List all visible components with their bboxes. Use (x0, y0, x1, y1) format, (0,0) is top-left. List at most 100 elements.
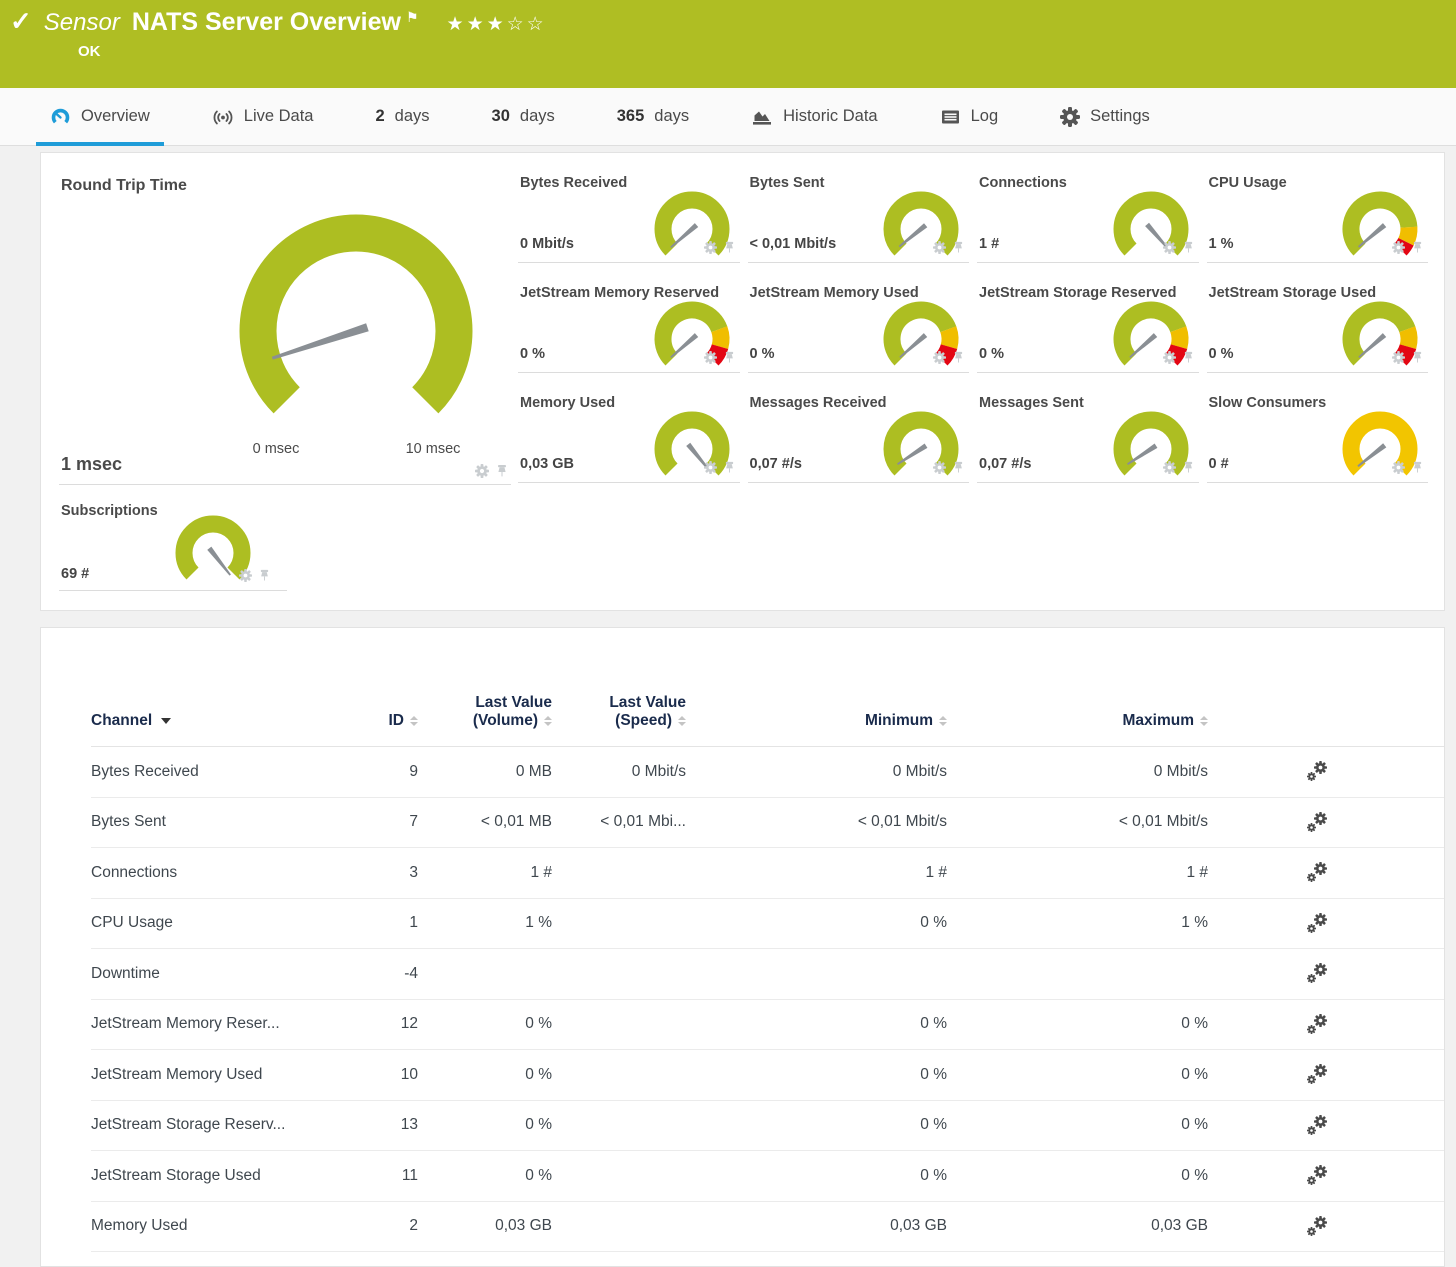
column-header-channel[interactable]: Channel (91, 712, 371, 730)
channel-settings-button[interactable] (1306, 1215, 1329, 1238)
tab-label: Live Data (244, 107, 314, 126)
channel-id: 2 (371, 1217, 418, 1235)
column-header-minimum[interactable]: Minimum (686, 712, 947, 730)
gear-icon[interactable] (704, 351, 717, 364)
pin-icon[interactable] (1411, 241, 1424, 254)
gauge-card[interactable]: Subscriptions69 # (59, 495, 287, 591)
channel-settings-button[interactable] (1306, 861, 1329, 884)
gear-icon[interactable] (239, 569, 252, 582)
pin-icon[interactable] (952, 351, 965, 364)
primary-channel-gauge-card[interactable]: Round Trip Time 0 msec 10 msec 1 msec (59, 153, 511, 485)
pin-icon[interactable] (952, 241, 965, 254)
tab-overview[interactable]: Overview (36, 88, 164, 145)
priority-flag-icon[interactable]: ⚑ (406, 9, 419, 26)
tab-30-days[interactable]: 30 days (478, 88, 569, 145)
sort-desc-icon (161, 718, 171, 724)
gauge-value: 0 % (979, 346, 1004, 362)
gear-icon[interactable] (933, 461, 946, 474)
gauge-card[interactable]: JetStream Memory Used0 % (748, 263, 970, 373)
gauge-card[interactable]: Slow Consumers0 # (1207, 373, 1429, 483)
gauge-card[interactable]: JetStream Memory Reserved0 % (518, 263, 740, 373)
gauge-title: Messages Received (750, 395, 887, 411)
gear-icon[interactable] (1392, 241, 1405, 254)
tab-log[interactable]: Log (926, 88, 1013, 145)
gauge-card[interactable]: CPU Usage1 % (1207, 153, 1429, 263)
gauge-card[interactable]: Messages Sent0,07 #/s (977, 373, 1199, 483)
tab-label: days (654, 107, 689, 126)
sort-arrows-icon[interactable] (410, 716, 418, 726)
column-header-last-value-speed[interactable]: Last Value (Speed) (552, 694, 686, 730)
pin-icon[interactable] (723, 461, 736, 474)
pin-icon[interactable] (1411, 461, 1424, 474)
gear-icon[interactable] (1392, 461, 1405, 474)
channel-table-panel: Channel ID Last Value (Volume) Last Valu… (40, 627, 1445, 1267)
column-label: (Speed) (615, 712, 672, 730)
tab-2-days[interactable]: 2 days (361, 88, 443, 145)
gear-icon[interactable] (1163, 351, 1176, 364)
gauge-scale-max: 10 msec (391, 441, 475, 457)
gauge-dial (646, 189, 738, 269)
gear-icon[interactable] (933, 351, 946, 364)
channel-settings-button[interactable] (1306, 760, 1329, 783)
gauge-value: 0 # (1209, 456, 1229, 472)
table-row: JetStream Memory Reser...120 %0 %0 % (91, 1000, 1444, 1051)
gear-icon[interactable] (704, 241, 717, 254)
column-header-id[interactable]: ID (371, 712, 418, 730)
pin-icon[interactable] (723, 351, 736, 364)
gauge-card[interactable]: JetStream Storage Reserved0 % (977, 263, 1199, 373)
tab-historic-data[interactable]: Historic Data (737, 88, 891, 145)
sort-arrows-icon[interactable] (678, 716, 686, 726)
last-value-volume: 0 % (418, 1167, 552, 1185)
tab-365-days[interactable]: 365 days (603, 88, 703, 145)
pin-icon[interactable] (1182, 241, 1195, 254)
pin-icon[interactable] (1182, 461, 1195, 474)
minimum-value: 1 # (686, 864, 947, 882)
channel-settings-button[interactable] (1306, 962, 1329, 985)
channel-settings-button[interactable] (1306, 1164, 1329, 1187)
sort-arrows-icon[interactable] (1200, 716, 1208, 726)
gauge-dial (1334, 299, 1426, 379)
gauge-card[interactable]: JetStream Storage Used0 % (1207, 263, 1429, 373)
tab-settings[interactable]: Settings (1046, 88, 1164, 145)
channel-id: 1 (371, 914, 418, 932)
column-header-last-value-volume[interactable]: Last Value (Volume) (418, 694, 552, 730)
gauge-value: 0,07 #/s (750, 456, 802, 472)
pin-icon[interactable] (1182, 351, 1195, 364)
sort-arrows-icon[interactable] (544, 716, 552, 726)
gauge-value: < 0,01 Mbit/s (750, 236, 837, 252)
gauge-card[interactable]: Bytes Received0 Mbit/s (518, 153, 740, 263)
channel-id: 11 (371, 1167, 418, 1185)
gear-icon[interactable] (1392, 351, 1405, 364)
gear-icon[interactable] (933, 241, 946, 254)
gauge-card[interactable]: Connections1 # (977, 153, 1199, 263)
pin-icon[interactable] (495, 464, 509, 478)
maximum-value: 0 % (947, 1167, 1208, 1185)
gear-icon[interactable] (704, 461, 717, 474)
minimum-value: 0,03 GB (686, 1217, 947, 1235)
tab-number: 2 (375, 107, 384, 126)
pin-icon[interactable] (1411, 351, 1424, 364)
channel-settings-button[interactable] (1306, 811, 1329, 834)
gauge-card[interactable]: Messages Received 0,07 #/s (748, 373, 970, 483)
pin-icon[interactable] (258, 569, 271, 582)
gear-icon[interactable] (1163, 241, 1176, 254)
pin-icon[interactable] (723, 241, 736, 254)
gauge-card[interactable]: Memory Used0,03 GB (518, 373, 740, 483)
tab-number: 30 (492, 107, 510, 126)
column-label: Minimum (865, 712, 933, 730)
column-header-maximum[interactable]: Maximum (947, 712, 1208, 730)
channel-settings-button[interactable] (1306, 1114, 1329, 1137)
tab-live-data[interactable]: Live Data (198, 88, 328, 145)
pin-icon[interactable] (952, 461, 965, 474)
gear-icon[interactable] (1163, 461, 1176, 474)
tab-label: Historic Data (783, 107, 877, 126)
channel-settings-button[interactable] (1306, 1063, 1329, 1086)
gauge-card[interactable]: Bytes Sent< 0,01 Mbit/s (748, 153, 970, 263)
priority-stars[interactable]: ★★★☆☆ (447, 13, 547, 36)
sort-arrows-icon[interactable] (939, 716, 947, 726)
object-kind-label: Sensor (44, 9, 120, 37)
column-label: Last Value (475, 694, 552, 712)
gear-icon[interactable] (475, 464, 489, 478)
channel-settings-button[interactable] (1306, 912, 1329, 935)
channel-settings-button[interactable] (1306, 1013, 1329, 1036)
